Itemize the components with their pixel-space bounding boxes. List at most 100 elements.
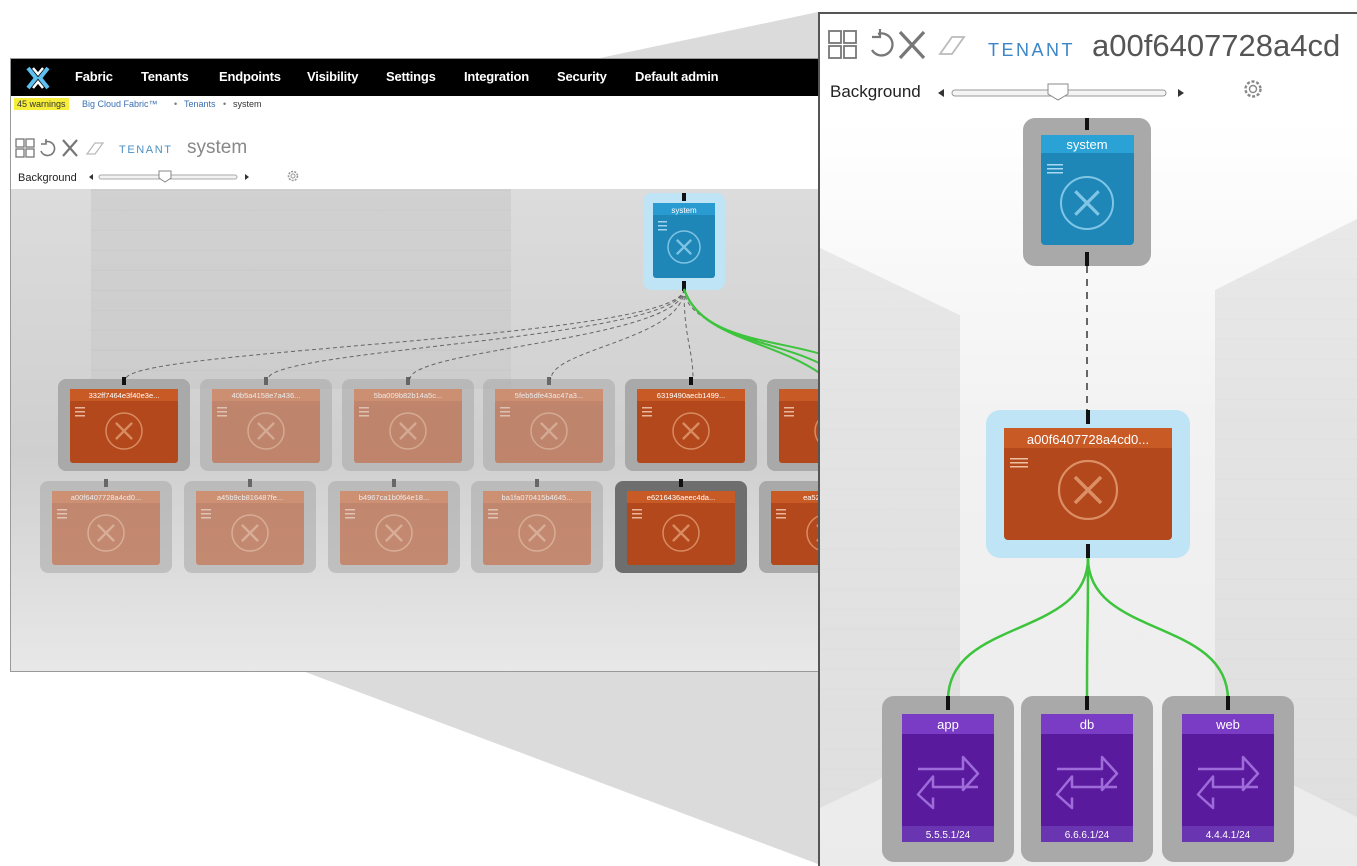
- segment-label: db: [1080, 717, 1094, 732]
- active-link: [683, 288, 821, 355]
- tenant-name: a00f6407728a4cd: [1092, 28, 1341, 63]
- tenant-node[interactable]: ba1fa070415b4645...: [471, 479, 603, 573]
- left-topology: system 332ff7464e3f40e3e... 40b5a4158e7a43…: [40, 193, 821, 573]
- segment-subnet: 5.5.5.1/24: [926, 830, 971, 841]
- nav-security[interactable]: Security: [557, 69, 607, 84]
- port-connector: [689, 377, 693, 385]
- nav-settings[interactable]: Settings: [386, 69, 436, 84]
- active-link: [946, 557, 1090, 701]
- tenant-node[interactable]: 40b5a4158e7a436...: [200, 377, 332, 471]
- port-connector: [535, 479, 539, 487]
- nav-endpoints[interactable]: Endpoints: [219, 69, 281, 84]
- tenant-node[interactable]: e6216436aeec4da...: [615, 479, 747, 573]
- root-node-system[interactable]: system: [643, 193, 725, 291]
- menu-icon: [359, 407, 369, 409]
- nav-tenants[interactable]: Tenants: [141, 69, 189, 84]
- tenant-node[interactable]: 332ff7464e3f40e3e...: [58, 377, 190, 471]
- node-label: system: [671, 206, 697, 215]
- menu-icon: [500, 407, 510, 409]
- active-link: [1085, 557, 1090, 701]
- port-connector: [264, 377, 268, 385]
- tenant-label: TENANT: [119, 144, 173, 156]
- layout-grid-icon[interactable]: [15, 138, 35, 158]
- menu-icon: [488, 509, 498, 511]
- tenant-link: [683, 288, 821, 365]
- breadcrumb-tenants[interactable]: Tenants: [184, 99, 216, 109]
- node-label: e6216436aeec4da...: [647, 493, 715, 502]
- settings-gear-icon[interactable]: [1242, 78, 1264, 100]
- topology-canvas[interactable]: system 332ff7464e3f40e3e... 40b5a4158e7a43…: [11, 189, 821, 671]
- nav-default-admin[interactable]: Default admin: [635, 69, 719, 84]
- node-label: system: [1066, 137, 1107, 152]
- right-toolbar: [828, 29, 966, 60]
- tenant-node-selected[interactable]: a00f6407728a4cd0...: [986, 410, 1190, 558]
- menu-icon: [776, 509, 786, 511]
- slider-thumb: [158, 170, 172, 183]
- tenant-node[interactable]: f6a019...: [767, 377, 821, 471]
- top-navbar: Fabric Tenants Endpoints Visibility Sett…: [11, 59, 821, 96]
- topology-canvas[interactable]: system a00f6407728a4cd0... app 5.5.5.1/24 db…: [820, 118, 1357, 866]
- tenant-node[interactable]: a45b9cb816487fe...: [184, 479, 316, 573]
- segment-node-db[interactable]: db 6.6.6.1/24: [1021, 696, 1153, 862]
- bigswitch-logo-icon[interactable]: [25, 65, 51, 91]
- refresh-icon[interactable]: [40, 139, 56, 157]
- nav-visibility[interactable]: Visibility: [307, 69, 358, 84]
- nav-integration[interactable]: Integration: [464, 69, 529, 84]
- tenant-link: [409, 288, 685, 380]
- nav-fabric[interactable]: Fabric: [75, 69, 113, 84]
- port-connector: [406, 377, 410, 385]
- background-slider[interactable]: [87, 170, 251, 184]
- refresh-icon[interactable]: [871, 29, 894, 57]
- port-connector: [679, 479, 683, 487]
- background-label: Background: [18, 172, 77, 184]
- node-label: 5ba009b82b14a5c...: [374, 391, 442, 400]
- segment-subnet: 6.6.6.1/24: [1065, 830, 1110, 841]
- settings-gear-icon[interactable]: [286, 169, 300, 183]
- segment-node-app[interactable]: app 5.5.5.1/24: [882, 696, 1014, 862]
- menu-icon: [784, 407, 794, 409]
- port-connector: [1085, 118, 1089, 130]
- node-label: b4967ca1b0f64e18...: [359, 493, 429, 502]
- background-label: Background: [830, 82, 921, 101]
- tenant-node[interactable]: a00f6407728a4cd0...: [40, 479, 172, 573]
- background-slider[interactable]: [936, 82, 1188, 104]
- port-connector: [1086, 410, 1090, 424]
- segment-label: web: [1215, 717, 1240, 732]
- menu-icon: [201, 509, 211, 511]
- port-connector: [946, 696, 950, 710]
- tenant-node[interactable]: 5feb5dfe43ac47a3...: [483, 377, 615, 471]
- port-connector: [1086, 544, 1090, 558]
- menu-icon: [75, 407, 85, 409]
- breadcrumb-home[interactable]: Big Cloud Fabric™: [82, 99, 158, 109]
- tenant-detail-window: TENANT a00f6407728a4cd Background system…: [818, 12, 1357, 866]
- node-label: a45b9cb816487fe...: [217, 493, 283, 502]
- breadcrumb-current: system: [233, 99, 262, 109]
- root-node-system[interactable]: system: [1023, 118, 1151, 266]
- tools-icon[interactable]: [898, 30, 926, 60]
- port-connector: [1085, 252, 1089, 266]
- eraser-icon[interactable]: [85, 142, 105, 155]
- port-connector: [104, 479, 108, 487]
- tenant-node[interactable]: 6319490aecb1499...: [625, 377, 757, 471]
- tenant-node[interactable]: ea52a7b72...: [759, 479, 821, 573]
- breadcrumb-sep: •: [174, 99, 178, 109]
- eraser-icon[interactable]: [938, 36, 966, 55]
- left-toolbar: [15, 138, 105, 158]
- tenant-node[interactable]: b4967ca1b0f64e18...: [328, 479, 460, 573]
- warnings-badge[interactable]: 45 warnings: [14, 98, 69, 110]
- tenant-node[interactable]: 5ba009b82b14a5c...: [342, 377, 474, 471]
- segment-node-web[interactable]: web 4.4.4.1/24: [1162, 696, 1294, 862]
- segment-label: app: [937, 717, 959, 732]
- menu-icon: [642, 407, 652, 409]
- tenant-system-window: Fabric Tenants Endpoints Visibility Sett…: [10, 58, 822, 672]
- port-connector: [1226, 696, 1230, 710]
- node-label: 5feb5dfe43ac47a3...: [515, 391, 583, 400]
- menu-icon: [1010, 458, 1028, 460]
- port-connector: [392, 479, 396, 487]
- node-label: a00f6407728a4cd0...: [1027, 432, 1149, 447]
- layout-grid-icon[interactable]: [828, 30, 857, 59]
- active-link: [1086, 557, 1230, 701]
- tenant-link: [125, 288, 685, 380]
- tools-icon[interactable]: [62, 139, 78, 157]
- tenant-link: [267, 288, 685, 380]
